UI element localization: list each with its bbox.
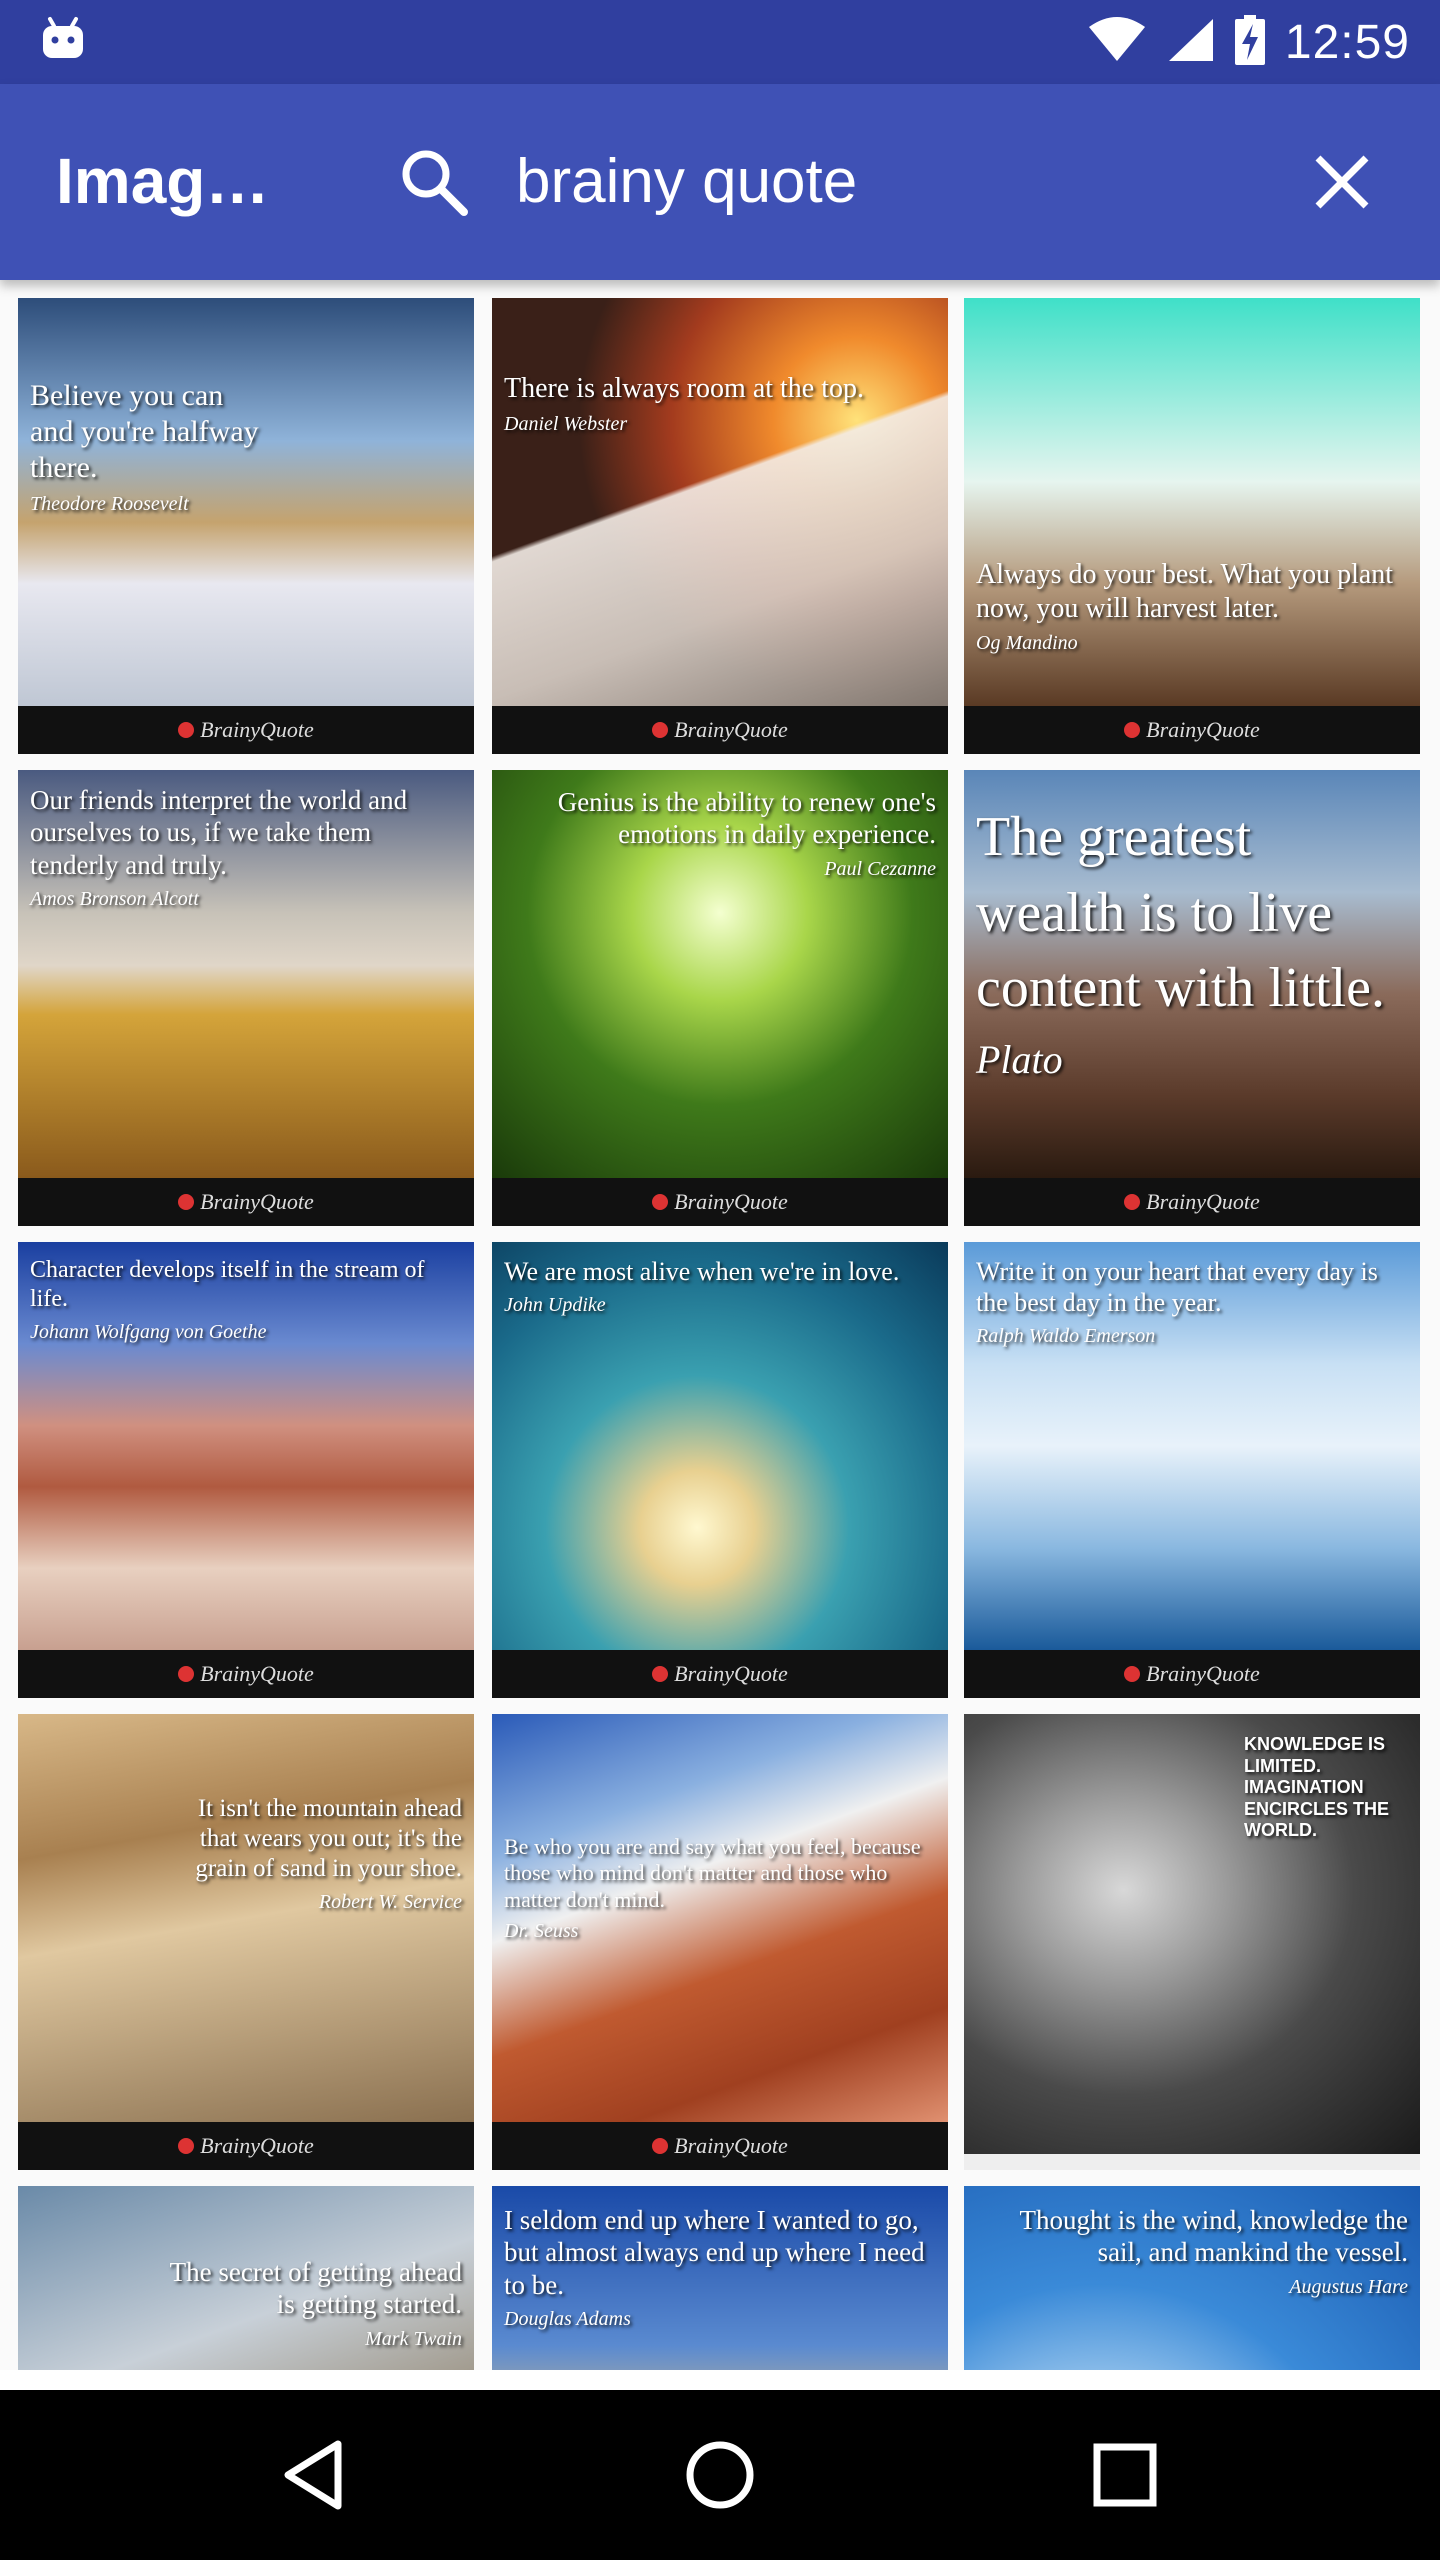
image-tile[interactable]: Genius is the ability to renew one's emo… xyxy=(492,770,948,1226)
tile-footer: BrainyQuote xyxy=(18,706,474,754)
image-tile[interactable]: Our friends interpret the world and ours… xyxy=(18,770,474,1226)
tile-footer: BrainyQuote xyxy=(964,1178,1420,1226)
android-icon xyxy=(40,16,86,67)
tile-footer: BrainyQuote xyxy=(492,1650,948,1698)
image-tile[interactable]: KNOWLEDGE IS LIMITED. IMAGINATION ENCIRC… xyxy=(964,1714,1420,2170)
status-bar: 12:59 xyxy=(0,0,1440,84)
image-tile[interactable]: The secret of getting ahead is getting s… xyxy=(18,2186,474,2370)
image-tile[interactable]: We are most alive when we're in love. Jo… xyxy=(492,1242,948,1698)
image-tile[interactable]: Thought is the wind, knowledge the sail,… xyxy=(964,2186,1420,2370)
wifi-icon xyxy=(1087,16,1147,68)
tile-footer: BrainyQuote xyxy=(964,706,1420,754)
search-input[interactable]: brainy quote xyxy=(516,146,857,217)
tile-footer: BrainyQuote xyxy=(964,1650,1420,1698)
image-tile[interactable]: Be who you are and say what you feel, be… xyxy=(492,1714,948,2170)
battery-charging-icon xyxy=(1234,14,1265,70)
image-grid: Believe you can and you're halfway there… xyxy=(0,280,1440,2370)
tile-footer: BrainyQuote xyxy=(18,1650,474,1698)
app-bar: Imag… brainy quote xyxy=(0,84,1440,280)
recents-icon[interactable] xyxy=(1080,2430,1170,2520)
tile-footer: BrainyQuote xyxy=(492,2122,948,2170)
close-icon[interactable] xyxy=(1306,146,1378,218)
search-icon[interactable] xyxy=(398,146,470,218)
image-tile[interactable]: There is always room at the top. Daniel … xyxy=(492,298,948,754)
image-tile[interactable]: Always do your best. What you plant now,… xyxy=(964,298,1420,754)
clock: 12:59 xyxy=(1284,15,1410,69)
back-icon[interactable] xyxy=(272,2430,362,2520)
navigation-bar xyxy=(0,2390,1440,2560)
image-tile[interactable]: Write it on your heart that every day is… xyxy=(964,1242,1420,1698)
image-tile[interactable]: I seldom end up where I wanted to go, bu… xyxy=(492,2186,948,2370)
tile-footer: BrainyQuote xyxy=(18,1178,474,1226)
tile-footer: BrainyQuote xyxy=(492,706,948,754)
image-tile[interactable]: Character develops itself in the stream … xyxy=(18,1242,474,1698)
tile-footer: BrainyQuote xyxy=(18,2122,474,2170)
tile-footer: BrainyQuote xyxy=(492,1178,948,1226)
home-icon[interactable] xyxy=(675,2430,765,2520)
image-tile[interactable]: It isn't the mountain ahead that wears y… xyxy=(18,1714,474,2170)
signal-icon xyxy=(1167,17,1215,68)
image-tile[interactable]: The greatest wealth is to live content w… xyxy=(964,770,1420,1226)
app-title: Imag… xyxy=(56,145,270,217)
image-tile[interactable]: Believe you can and you're halfway there… xyxy=(18,298,474,754)
